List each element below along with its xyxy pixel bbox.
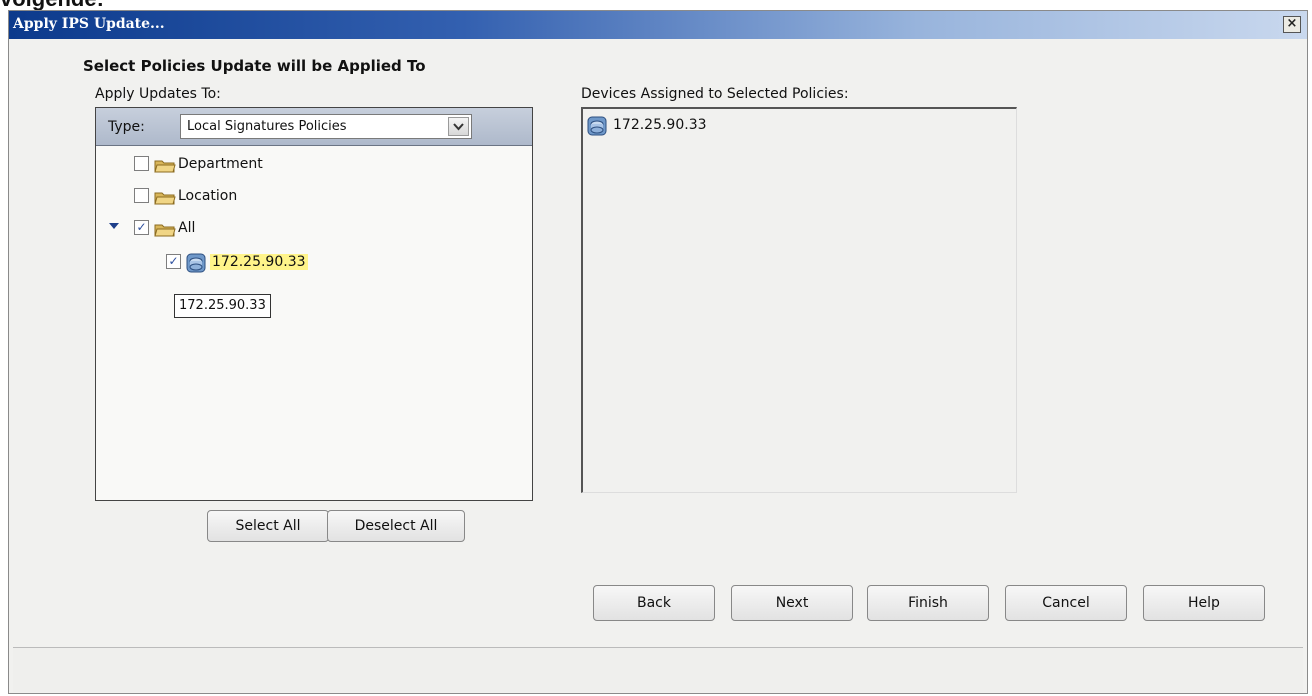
type-select-value: Local Signatures Policies (187, 119, 347, 134)
checkbox-department[interactable] (134, 156, 149, 171)
apply-updates-label: Apply Updates To: (95, 86, 221, 102)
folder-icon (154, 192, 176, 205)
close-icon: × (1286, 16, 1298, 31)
expand-arrow-icon[interactable] (108, 221, 120, 231)
dialog-title: Apply IPS Update... (13, 16, 165, 32)
section-heading: Select Policies Update will be Applied T… (83, 57, 426, 75)
devices-list-panel: 172.25.90.33 (581, 107, 1017, 493)
apply-ips-update-dialog: Apply IPS Update... × Select Policies Up… (8, 10, 1308, 694)
devices-assigned-label: Devices Assigned to Selected Policies: (581, 86, 849, 102)
status-area (13, 647, 1303, 692)
title-bar[interactable]: Apply IPS Update... × (9, 11, 1307, 39)
tree-item-device[interactable]: ✓ 172.25.90.33 (166, 252, 426, 274)
checkbox-location[interactable] (134, 188, 149, 203)
device-list-item-label: 172.25.90.33 (613, 117, 707, 133)
tree-item-location[interactable]: Location (134, 186, 334, 208)
type-label: Type: (108, 119, 145, 135)
cancel-button[interactable]: Cancel (1005, 585, 1127, 621)
tree-item-label: All (178, 220, 196, 236)
type-bar: Type: Local Signatures Policies (96, 108, 532, 146)
policy-tree-panel: Type: Local Signatures Policies Departme… (95, 107, 533, 501)
help-button[interactable]: Help (1143, 585, 1265, 621)
type-select[interactable]: Local Signatures Policies (180, 114, 472, 139)
checkbox-device[interactable]: ✓ (166, 254, 181, 269)
chevron-down-icon (453, 123, 464, 131)
tree-item-all[interactable]: ✓ All (108, 218, 308, 240)
tree-item-label: Location (178, 188, 238, 204)
deselect-all-button[interactable]: Deselect All (327, 510, 465, 542)
folder-icon (154, 224, 176, 237)
close-button[interactable]: × (1283, 16, 1301, 33)
tree-item-department[interactable]: Department (134, 154, 334, 176)
tree-item-label: 172.25.90.33 (210, 254, 308, 270)
folder-icon (154, 160, 176, 173)
dropdown-arrow[interactable] (448, 117, 469, 136)
tooltip: 172.25.90.33 (174, 294, 271, 318)
next-button[interactable]: Next (731, 585, 853, 621)
finish-button[interactable]: Finish (867, 585, 989, 621)
select-all-button[interactable]: Select All (207, 510, 329, 542)
tree-item-label: Department (178, 156, 263, 172)
device-icon (587, 116, 607, 136)
checkbox-all[interactable]: ✓ (134, 220, 149, 235)
device-icon (186, 253, 206, 273)
back-button[interactable]: Back (593, 585, 715, 621)
